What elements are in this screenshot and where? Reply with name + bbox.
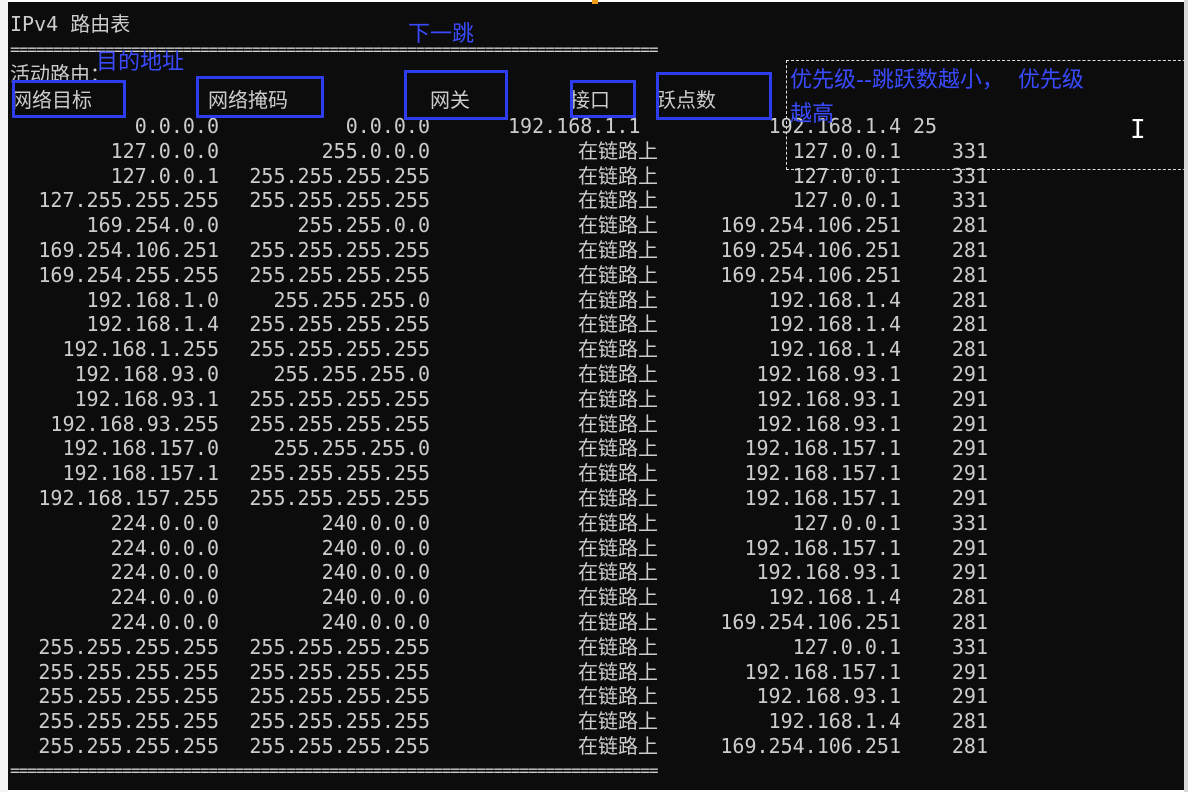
left-window-edge	[0, 0, 8, 792]
route-table-title: IPv4 路由表	[10, 12, 131, 36]
route-metric: 281	[951, 312, 988, 336]
highlight-destination	[12, 80, 126, 118]
route-metric: 291	[951, 684, 988, 708]
route-metric: 281	[951, 288, 988, 312]
highlight-interface	[570, 80, 636, 118]
route-metric: 281	[951, 337, 988, 361]
annotation-priority-line2: 越高	[790, 102, 835, 127]
window-top-marker	[592, 0, 598, 4]
route-metric: 281	[951, 213, 988, 237]
route-metric: 291	[951, 486, 988, 510]
route-metric: 331	[951, 511, 988, 535]
route-metric: 281	[951, 238, 988, 262]
highlight-gateway	[404, 70, 508, 120]
annotation-destination: 目的地址	[96, 50, 185, 75]
route-metric: 291	[951, 362, 988, 386]
annotation-next-hop: 下一跳	[408, 22, 475, 47]
route-metric: 331	[951, 188, 988, 212]
route-metric: 291	[951, 560, 988, 584]
route-metric: 281	[951, 263, 988, 287]
route-metric: 281	[951, 585, 988, 609]
highlight-netmask	[196, 76, 324, 118]
route-metric: 331	[951, 635, 988, 659]
highlight-metric	[656, 72, 772, 120]
route-metric: 281	[951, 610, 988, 634]
route-metric: 291	[951, 412, 988, 436]
route-metric: 281	[951, 734, 988, 758]
route-metric: 291	[951, 387, 988, 411]
text-cursor-icon: I	[1130, 115, 1146, 145]
route-metric: 291	[951, 436, 988, 460]
console-window[interactable]: IPv4 路由表 ===============================…	[8, 2, 1184, 790]
separator-bottom: ========================================…	[10, 761, 658, 780]
route-metric: 291	[951, 461, 988, 485]
route-metric: 281	[951, 709, 988, 733]
annotation-priority-line1: 优先级--跳跃数越小， 优先级	[790, 68, 1084, 93]
right-window-edge	[1184, 0, 1188, 792]
route-metric: 291	[951, 536, 988, 560]
route-metric: 291	[951, 660, 988, 684]
